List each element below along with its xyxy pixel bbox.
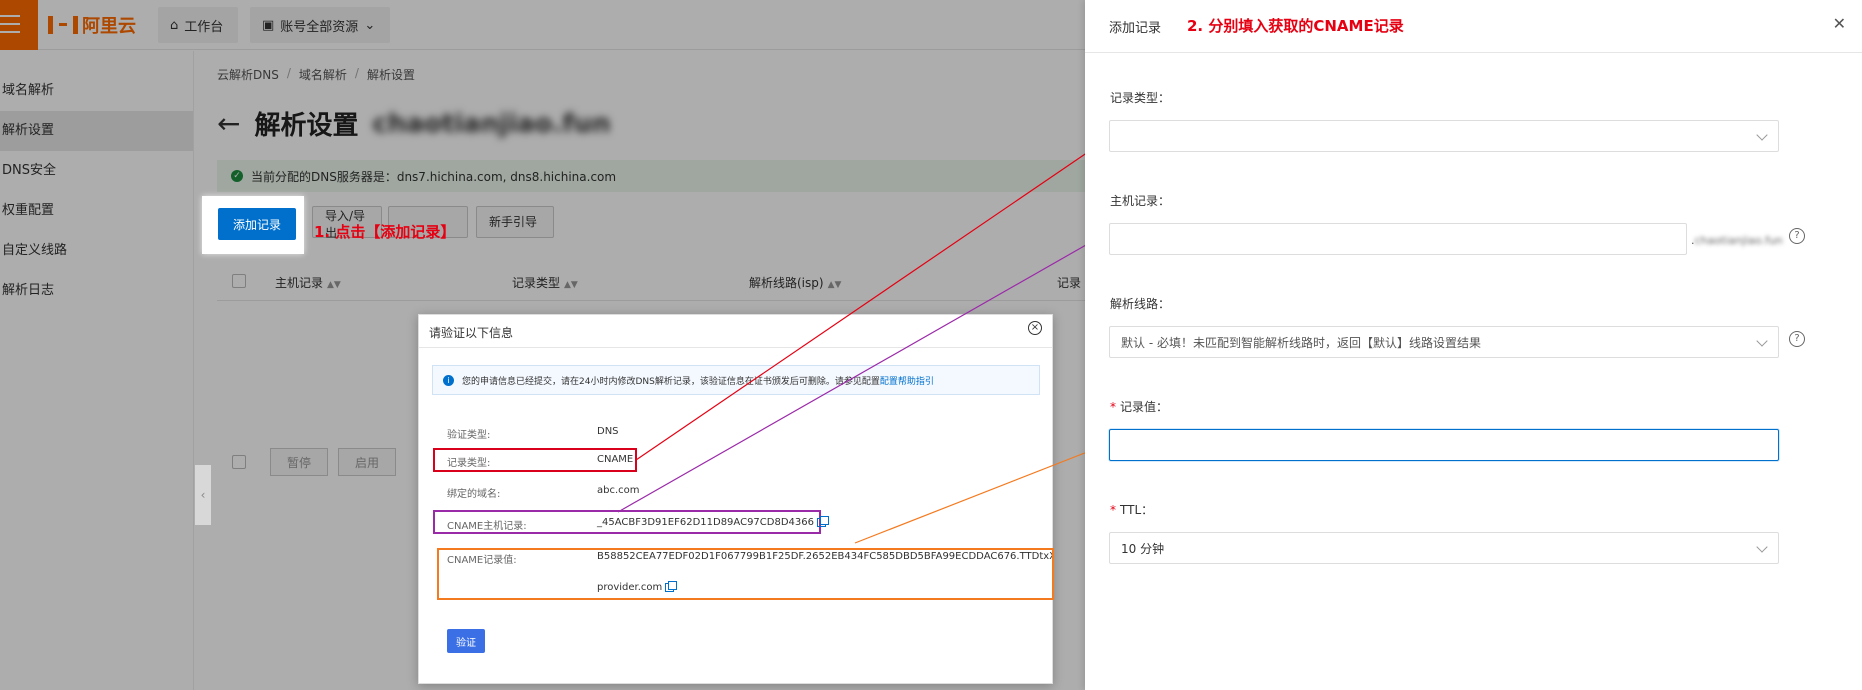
host-field-label: 主机记录： [1110,194,1171,208]
close-icon[interactable]: ✕ [1833,14,1846,33]
orange-connector-line [854,446,1101,544]
suffix-dot: . [1691,234,1695,247]
record-type-field-label: 记录类型： [1110,91,1171,105]
red-connector-line [635,147,1095,461]
domain-suffix: .chaotianjiao.fun [1691,234,1783,247]
suffix-domain: chaotianjiao.fun [1694,234,1783,247]
purple-connector-line [617,236,1101,513]
divider [1085,52,1862,53]
label-text: TTL： [1120,503,1154,517]
help-icon[interactable]: ? [1789,331,1805,347]
required-marker: * [1110,400,1116,414]
ttl-field-label: * TTL： [1110,501,1153,518]
ttl-select[interactable]: 10 分钟 [1109,532,1779,564]
line-field-label: 解析线路： [1110,297,1171,311]
select-value: 10 分钟 [1121,541,1165,556]
record-value-input[interactable] [1109,429,1779,461]
annotation-step-2: 2. 分别填入获取的CNAME记录 [1187,17,1404,35]
record-type-select[interactable] [1109,120,1779,152]
chevron-down-icon [1756,129,1768,141]
required-marker: * [1110,503,1116,517]
drawer-title: 添加记录 [1109,21,1162,36]
label-text: 记录值： [1120,400,1169,414]
resolution-line-select[interactable]: 默认 - 必填！未匹配到智能解析线路时，返回【默认】线路设置结果 [1109,326,1779,358]
chevron-down-icon [1756,541,1768,553]
record-value-field-label: * 记录值： [1110,398,1168,415]
help-icon[interactable]: ? [1789,228,1805,244]
add-record-drawer: 添加记录 2. 分别填入获取的CNAME记录 ✕ 记录类型： 主机记录： .ch… [1085,0,1862,690]
chevron-down-icon [1756,335,1768,347]
select-value: 默认 - 必填！未匹配到智能解析线路时，返回【默认】线路设置结果 [1121,335,1481,350]
host-record-input[interactable] [1109,223,1687,255]
